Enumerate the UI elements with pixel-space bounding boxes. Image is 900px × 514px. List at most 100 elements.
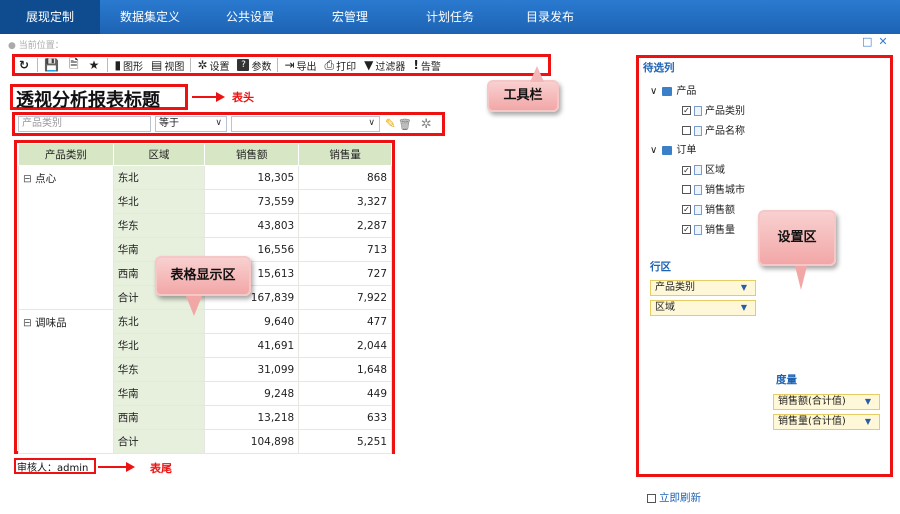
quantity-cell[interactable]: 713 [298, 237, 392, 262]
amount-cell[interactable]: 43,803 [204, 213, 300, 238]
tree-group-label: 产品 [676, 86, 697, 97]
row-field-chip[interactable]: 区域 ▼ [650, 300, 756, 316]
chip-label: 产品类别 [655, 282, 695, 293]
amount-cell[interactable]: 18,305 [204, 165, 300, 190]
tree-field[interactable]: ✓ 销售量 [650, 221, 745, 241]
print-button[interactable]: ⎙ 打印 [321, 57, 361, 73]
dropdown-arrow-icon[interactable]: ▼ [741, 301, 747, 315]
report-footer[interactable]: 审核人：admin [17, 459, 88, 474]
tree-field[interactable]: 产品名称 [650, 122, 745, 142]
checkbox-icon[interactable] [682, 185, 691, 195]
row-field-chip[interactable]: 产品类别 ▼ [650, 280, 756, 296]
quantity-cell[interactable]: 3,327 [298, 189, 392, 214]
amount-cell[interactable]: 73,559 [204, 189, 300, 214]
quantity-cell[interactable]: 727 [298, 261, 392, 286]
filter-field-input[interactable]: 产品类别 [18, 116, 151, 132]
filter-value-select[interactable]: ∨ [231, 116, 380, 132]
column-header[interactable]: 产品类别 [18, 143, 114, 166]
params-button[interactable]: ? 参数 [233, 57, 275, 73]
export-button[interactable]: ⇥ 导出 [280, 57, 320, 73]
alert-button[interactable]: ! 告警 [409, 57, 444, 73]
quantity-cell[interactable]: 477 [298, 309, 392, 334]
chevron-down-icon[interactable]: ∨ [650, 86, 657, 97]
close-icon[interactable]: ✕ [878, 35, 893, 48]
column-header[interactable]: 区域 [112, 143, 206, 166]
gear-icon[interactable]: ✲ [421, 117, 432, 132]
checked-checkbox-icon[interactable]: ✓ [682, 225, 691, 235]
view-button[interactable]: ▤ 视图 [147, 57, 188, 73]
chart-button[interactable]: ▮ 图形 [110, 57, 147, 73]
tab-display-customization[interactable]: 展现定制 [0, 0, 100, 34]
quantity-cell[interactable]: 449 [298, 381, 392, 406]
region-cell[interactable]: 西南 [112, 405, 206, 430]
filter-button[interactable]: ▼ 过滤器 [360, 57, 409, 73]
region-cell[interactable]: 华北 [112, 189, 206, 214]
region-cell[interactable]: 合计 [112, 429, 206, 454]
refresh-button[interactable]: ↻ [15, 57, 35, 73]
tree-field[interactable]: ✓ 产品类别 [650, 102, 745, 122]
field-icon [694, 165, 702, 176]
measure-chip[interactable]: 销售量(合计值) ▼ [773, 414, 880, 430]
quantity-cell[interactable]: 2,044 [298, 333, 392, 358]
column-header[interactable]: 销售额 [204, 143, 300, 166]
filter-operator-select[interactable]: 等于 ∨ [155, 116, 227, 132]
amount-cell[interactable]: 13,218 [204, 405, 300, 430]
amount-cell[interactable]: 9,640 [204, 309, 300, 334]
checked-checkbox-icon[interactable]: ✓ [682, 106, 691, 116]
collapse-icon[interactable]: ⊟ [23, 317, 35, 329]
quantity-cell[interactable]: 868 [298, 165, 392, 190]
quantity-cell[interactable]: 1,648 [298, 357, 392, 382]
report-title[interactable]: 透视分析报表标题 [16, 86, 160, 112]
quantity-cell[interactable]: 633 [298, 405, 392, 430]
star-icon: ★ [88, 58, 100, 72]
favorite-button[interactable]: ★ [85, 57, 106, 73]
dropdown-arrow-icon[interactable]: ▼ [741, 281, 747, 295]
tree-field[interactable]: 销售城市 [650, 181, 745, 201]
measure-chip[interactable]: 销售额(合计值) ▼ [773, 394, 880, 410]
tab-macro-management[interactable]: 宏管理 [300, 0, 400, 34]
trash-icon[interactable]: 🗑 [398, 118, 412, 131]
collapse-icon[interactable]: ⊟ [23, 173, 35, 185]
folder-icon [662, 145, 673, 155]
chevron-down-icon[interactable]: ∨ [650, 145, 657, 156]
pencil-icon[interactable]: ✎ [385, 117, 396, 132]
region-cell[interactable]: 华东 [112, 357, 206, 382]
dropdown-arrow-icon[interactable]: ▼ [865, 415, 871, 429]
checked-checkbox-icon[interactable]: ✓ [682, 165, 691, 175]
amount-cell[interactable]: 9,248 [204, 381, 300, 406]
region-cell[interactable]: 东北 [112, 165, 206, 190]
settings-button[interactable]: ✲ 设置 [193, 57, 233, 73]
tree-field[interactable]: ✓ 销售额 [650, 201, 745, 221]
callout-pointer [795, 266, 807, 290]
tab-public-settings[interactable]: 公共设置 [200, 0, 300, 34]
checkbox-icon[interactable] [682, 126, 691, 136]
tab-dataset-definition[interactable]: 数据集定义 [100, 0, 200, 34]
instant-refresh-toggle[interactable]: 立即刷新 [647, 490, 701, 505]
tab-scheduled-tasks[interactable]: 计划任务 [400, 0, 500, 34]
quantity-cell[interactable]: 5,251 [298, 429, 392, 454]
quantity-cell[interactable]: 2,287 [298, 213, 392, 238]
chevron-down-icon: ∨ [368, 118, 375, 128]
column-header[interactable]: 销售量 [298, 143, 392, 166]
quantity-cell[interactable]: 7,922 [298, 285, 392, 310]
filter-row: 产品类别 等于 ∨ ∨ ✎ 🗑 ✲ [12, 112, 445, 136]
tree-group[interactable]: ∨ 产品 [650, 82, 745, 102]
tab-catalog-publish[interactable]: 目录发布 [500, 0, 600, 34]
dropdown-arrow-icon[interactable]: ▼ [865, 395, 871, 409]
tree-group[interactable]: ∨ 订单 [650, 141, 745, 161]
region-cell[interactable]: 华东 [112, 213, 206, 238]
arrow-head-icon [126, 462, 135, 472]
checked-checkbox-icon[interactable]: ✓ [682, 205, 691, 215]
region-cell[interactable]: 华北 [112, 333, 206, 358]
save-button[interactable]: 💾 [40, 57, 65, 73]
amount-cell[interactable]: 31,099 [204, 357, 300, 382]
save-as-button[interactable]: 🗎 [65, 57, 85, 73]
category-cell[interactable]: ⊟ 调味品 [18, 309, 114, 454]
maximize-icon[interactable]: □ [862, 35, 878, 48]
category-cell[interactable]: ⊟ 点心 [18, 165, 114, 310]
amount-cell[interactable]: 41,691 [204, 333, 300, 358]
checkbox-icon[interactable] [647, 493, 656, 503]
tree-field[interactable]: ✓ 区域 [650, 161, 745, 181]
region-cell[interactable]: 华南 [112, 381, 206, 406]
amount-cell[interactable]: 104,898 [204, 429, 300, 454]
